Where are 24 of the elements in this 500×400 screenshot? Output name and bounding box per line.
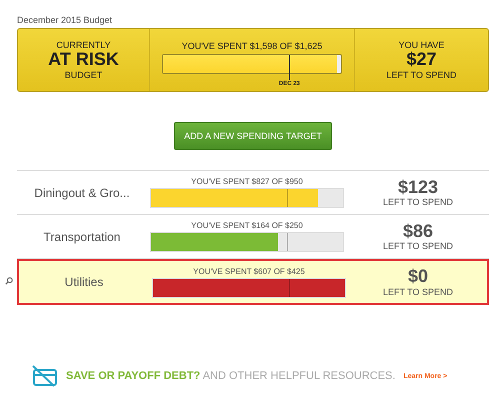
target-name: Utilities [64, 275, 104, 289]
status-caption: CURRENTLY [56, 40, 111, 50]
resources-text: SAVE OR PAYOFF DEBT? AND OTHER HELPFUL RESOURCES. [66, 370, 396, 382]
spent-label: YOU'VE SPENT $164 OF $250 [191, 221, 303, 230]
remaining-caption: YOU HAVE [398, 40, 444, 50]
remaining-amount: $0 [408, 267, 428, 287]
remaining-caption: LEFT TO SPEND [382, 241, 454, 252]
target-name: Transportation [42, 230, 122, 244]
budget-title: December 2015 Budget [17, 15, 112, 25]
card-icon [32, 365, 58, 387]
remaining-caption: LEFT TO SPEND [382, 286, 454, 297]
spent-label: YOU'VE SPENT $607 OF $425 [193, 266, 305, 276]
status-value: AT RISK [48, 50, 119, 70]
spent-label: YOU'VE SPENT $827 OF $950 [191, 177, 303, 186]
remaining-caption: LEFT TO SPEND [382, 197, 454, 208]
spent-label: YOU'VE SPENT $1,598 OF $1,625 [182, 40, 322, 50]
remaining-amount: $86 [402, 222, 434, 242]
add-target-button[interactable]: ADD A NEW SPENDING TARGET [174, 122, 332, 150]
status-caption: BUDGET [64, 70, 102, 80]
remaining-amount: $123 [398, 178, 438, 198]
remaining-caption: LEFT TO SPEND [386, 70, 457, 80]
remaining-amount: $27 [406, 50, 437, 70]
search-icon[interactable] [5, 277, 13, 285]
target-name: Diningout & Gro... [33, 186, 131, 200]
